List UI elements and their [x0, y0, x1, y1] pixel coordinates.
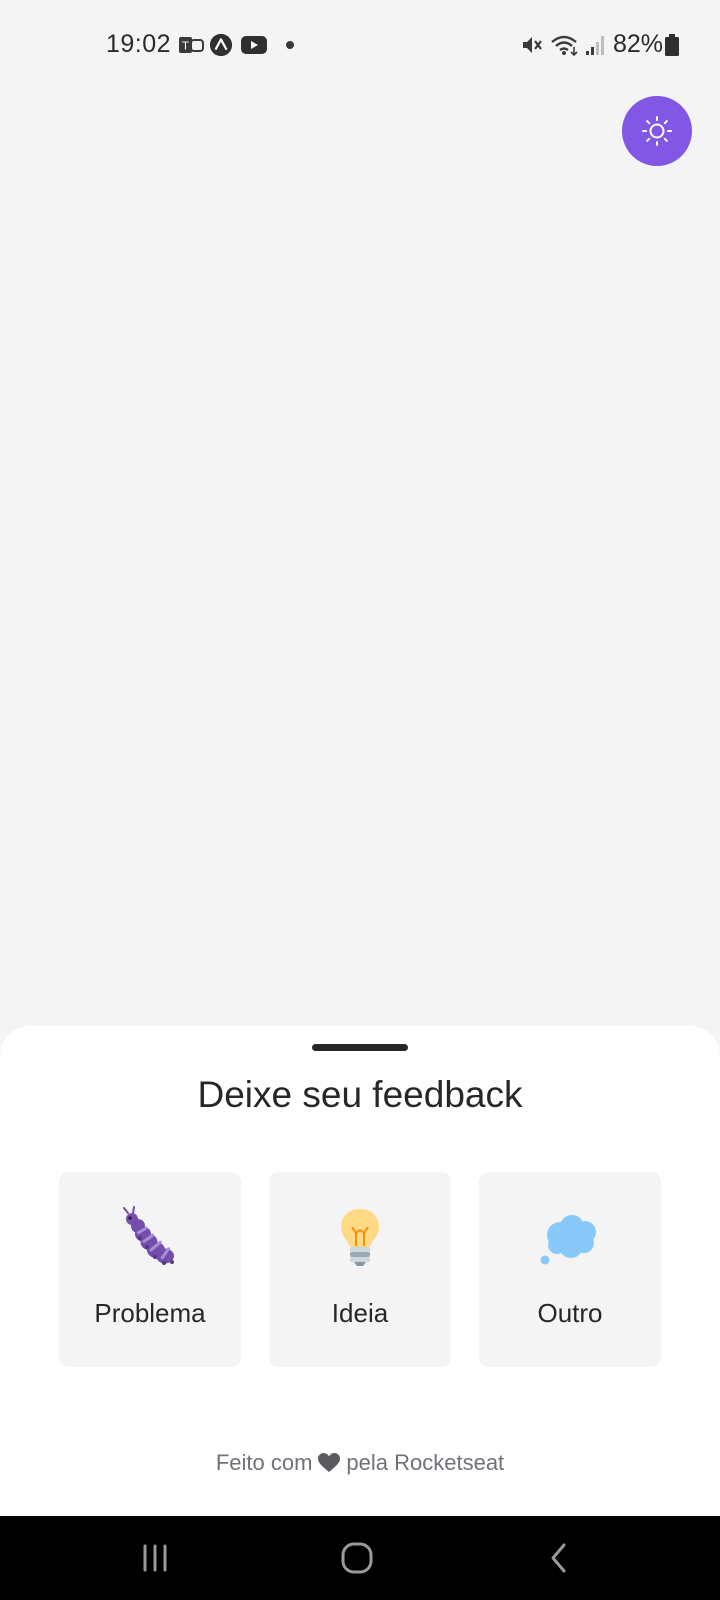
- signal-icon: [586, 36, 604, 55]
- youtube-icon: [241, 36, 267, 54]
- status-time: 19:02: [106, 30, 172, 58]
- feedback-options: Problema Ideia Outro: [59, 1172, 661, 1367]
- bug-icon: [123, 1206, 174, 1265]
- sun-icon: [642, 116, 672, 146]
- lightbulb-icon: [341, 1209, 379, 1266]
- wifi-icon: [551, 35, 578, 57]
- expo-icon: [209, 33, 233, 57]
- battery-percent: 82%: [613, 30, 664, 58]
- option-problema[interactable]: Problema: [59, 1172, 241, 1367]
- notification-dot: [286, 41, 294, 49]
- sheet-drag-handle[interactable]: [312, 1044, 408, 1051]
- footer-prefix: Feito com: [215, 1450, 313, 1475]
- navigation-bar: [0, 1516, 720, 1600]
- thought-cloud-icon: [540, 1215, 596, 1265]
- back-icon: [551, 1543, 566, 1573]
- theme-toggle-button[interactable]: [622, 96, 692, 166]
- option-label: Ideia: [331, 1298, 389, 1328]
- battery-icon: [665, 34, 679, 56]
- vibrate-mute-icon: [523, 37, 542, 53]
- option-label: Problema: [94, 1298, 206, 1328]
- svg-text:T: T: [181, 40, 189, 53]
- footer-suffix: pela Rocketseat: [346, 1450, 505, 1475]
- back-button[interactable]: [514, 1516, 604, 1600]
- option-ideia[interactable]: Ideia: [269, 1172, 451, 1367]
- heart-icon: [318, 1453, 341, 1479]
- recent-apps-icon: [143, 1544, 167, 1572]
- status-bar: 19:02 T 82%: [0, 0, 720, 90]
- sheet-title: Deixe seu feedback: [197, 1074, 523, 1115]
- feedback-bottom-sheet: Deixe seu feedback Problema Ideia Outro …: [0, 1026, 720, 1516]
- home-icon: [341, 1542, 373, 1574]
- option-label: Outro: [537, 1298, 603, 1328]
- recent-apps-button[interactable]: [110, 1516, 200, 1600]
- teams-icon: T: [179, 37, 204, 53]
- option-outro[interactable]: Outro: [479, 1172, 661, 1367]
- home-button[interactable]: [312, 1516, 402, 1600]
- footer-credit: Feito com pela Rocketseat: [0, 1450, 720, 1479]
